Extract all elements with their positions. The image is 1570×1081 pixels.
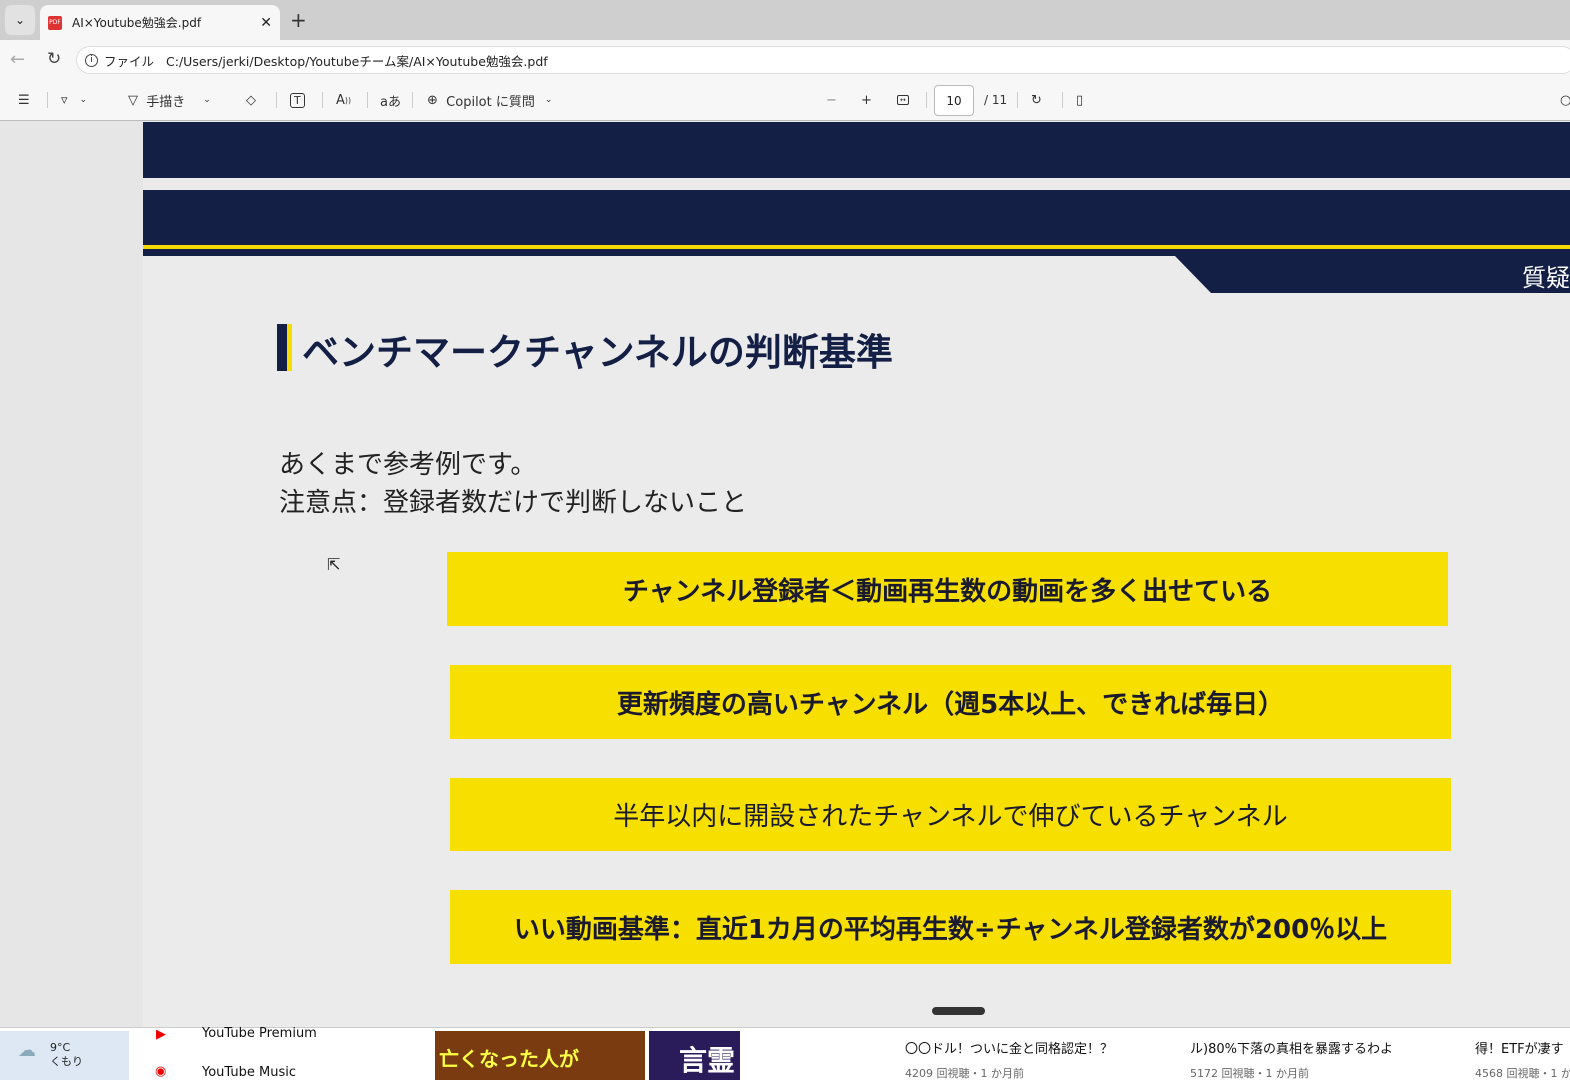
- translate-icon[interactable]: aあ: [380, 90, 401, 110]
- draw-icon: ▽: [128, 92, 138, 108]
- page-number-input[interactable]: 10: [934, 85, 974, 116]
- text-box-icon[interactable]: T: [290, 90, 305, 110]
- video-title[interactable]: 〇〇ドル！ついに金と同格認定！？: [905, 1038, 1113, 1057]
- back-icon[interactable]: ←: [10, 49, 25, 70]
- section-tag: [1175, 256, 1570, 293]
- pdf-toolbar: [0, 80, 1570, 121]
- note-line: 注意点：登録者数だけで判断しないこと: [279, 488, 748, 518]
- draw-label: 手描き: [146, 94, 186, 110]
- page-current: 10: [946, 93, 962, 108]
- url-scheme-label: ファイル: [104, 53, 155, 69]
- zoom-in-icon[interactable]: +: [861, 90, 872, 110]
- copilot-label: Copilot に質問: [446, 94, 535, 110]
- mouse-cursor-icon: ⇱: [327, 555, 341, 574]
- url-text: C:/Users/jerki/Desktop/Youtubeチーム案/AI×Yo…: [166, 53, 548, 69]
- eraser-icon[interactable]: ◇: [246, 90, 256, 110]
- sidebar-item[interactable]: YouTube Music: [202, 1065, 296, 1080]
- search-icon[interactable]: ○: [1560, 90, 1570, 110]
- cloud-icon: ☁: [18, 1040, 36, 1061]
- video-meta: 5172 回視聴・1 か月前: [1190, 1067, 1309, 1080]
- rotate-icon[interactable]: ↻: [1031, 90, 1042, 110]
- fit-width-icon[interactable]: ↔: [897, 90, 909, 110]
- pdf-icon: PDF: [48, 15, 62, 30]
- criteria-text: 半年以内に開設されたチャンネルで伸びているチャンネル: [613, 802, 1288, 832]
- info-icon[interactable]: i: [85, 53, 98, 67]
- contents-icon[interactable]: ☰: [18, 90, 30, 110]
- url-input[interactable]: i ファイル C:/Users/jerki/Desktop/Youtubeチーム…: [76, 46, 1570, 74]
- criteria-text: いい動画基準：直近1カ月の平均再生数÷チャンネル登録者数が200％以上: [513, 914, 1388, 945]
- reload-icon[interactable]: ↻: [47, 49, 61, 69]
- video-title[interactable]: ル)80%下落の真相を暴露するわよ: [1190, 1038, 1393, 1057]
- weather-desc: くもり: [50, 1055, 83, 1068]
- scroll-handle[interactable]: [932, 1007, 985, 1015]
- slide-title: ベンチマークチャンネルの判断基準: [302, 331, 893, 374]
- youtube-music-icon: ◉: [155, 1064, 167, 1079]
- weather-widget[interactable]: ☁ 9°C くもり: [0, 1031, 129, 1080]
- header-yellow-line: [143, 245, 1570, 249]
- draw-button[interactable]: ▽ 手描き ⌄: [128, 90, 211, 110]
- video-meta: 4568 回視聴・1 か: [1475, 1067, 1570, 1080]
- criteria-box: チャンネル登録者＜動画再生数の動画を多く出せている: [447, 552, 1448, 626]
- video-meta: 4209 回視聴・1 か月前: [905, 1067, 1024, 1080]
- chevron-down-icon: ⌄: [14, 13, 26, 27]
- criteria-box: いい動画基準：直近1カ月の平均再生数÷チャンネル登録者数が200％以上: [450, 890, 1451, 964]
- criteria-text: チャンネル登録者＜動画再生数の動画を多く出せている: [622, 576, 1273, 607]
- section-tag-label: 質疑: [1522, 264, 1570, 292]
- sidebar-item[interactable]: YouTube Premium: [202, 1026, 317, 1041]
- highlight-icon[interactable]: ▿ ⌄: [61, 90, 87, 110]
- page-view-icon[interactable]: ▯: [1076, 90, 1083, 110]
- close-tab-icon[interactable]: ✕: [260, 15, 272, 31]
- copilot-icon: ⊕: [427, 92, 438, 108]
- youtube-premium-icon: ▶: [156, 1027, 166, 1042]
- title-accent-bar: [277, 324, 292, 371]
- zoom-out-icon[interactable]: −: [826, 90, 837, 110]
- page-total: / 11: [984, 93, 1008, 107]
- note-line: あくまで参考例です。: [279, 450, 537, 480]
- thumb-text: 言霊: [679, 1044, 736, 1077]
- criteria-box: 半年以内に開設されたチャンネルで伸びているチャンネル: [450, 778, 1451, 851]
- tab-active[interactable]: PDF AI×Youtube勉強会.pdf ✕: [40, 5, 280, 40]
- tab-title: AI×Youtube勉強会.pdf: [72, 16, 202, 30]
- thumb-text: 亡くなった人が: [439, 1047, 579, 1071]
- video-thumbnail[interactable]: 亡くなった人が: [435, 1031, 645, 1080]
- criteria-text: 更新頻度の高いチャンネル（週5本以上、できれば毎日）: [616, 689, 1285, 720]
- tab-menu-button[interactable]: ⌄: [5, 5, 35, 35]
- criteria-box: 更新頻度の高いチャンネル（週5本以上、できれば毎日）: [450, 665, 1451, 739]
- video-thumbnail[interactable]: 言霊: [649, 1031, 740, 1080]
- weather-temp: 9°C: [50, 1041, 71, 1054]
- read-aloud-icon[interactable]: A)): [336, 90, 351, 110]
- video-title[interactable]: 得！ETFが凄す: [1475, 1038, 1564, 1057]
- new-tab-button[interactable]: +: [290, 8, 307, 32]
- header-band-top: [143, 122, 1570, 178]
- copilot-button[interactable]: ⊕ Copilot に質問 ⌄: [427, 90, 552, 110]
